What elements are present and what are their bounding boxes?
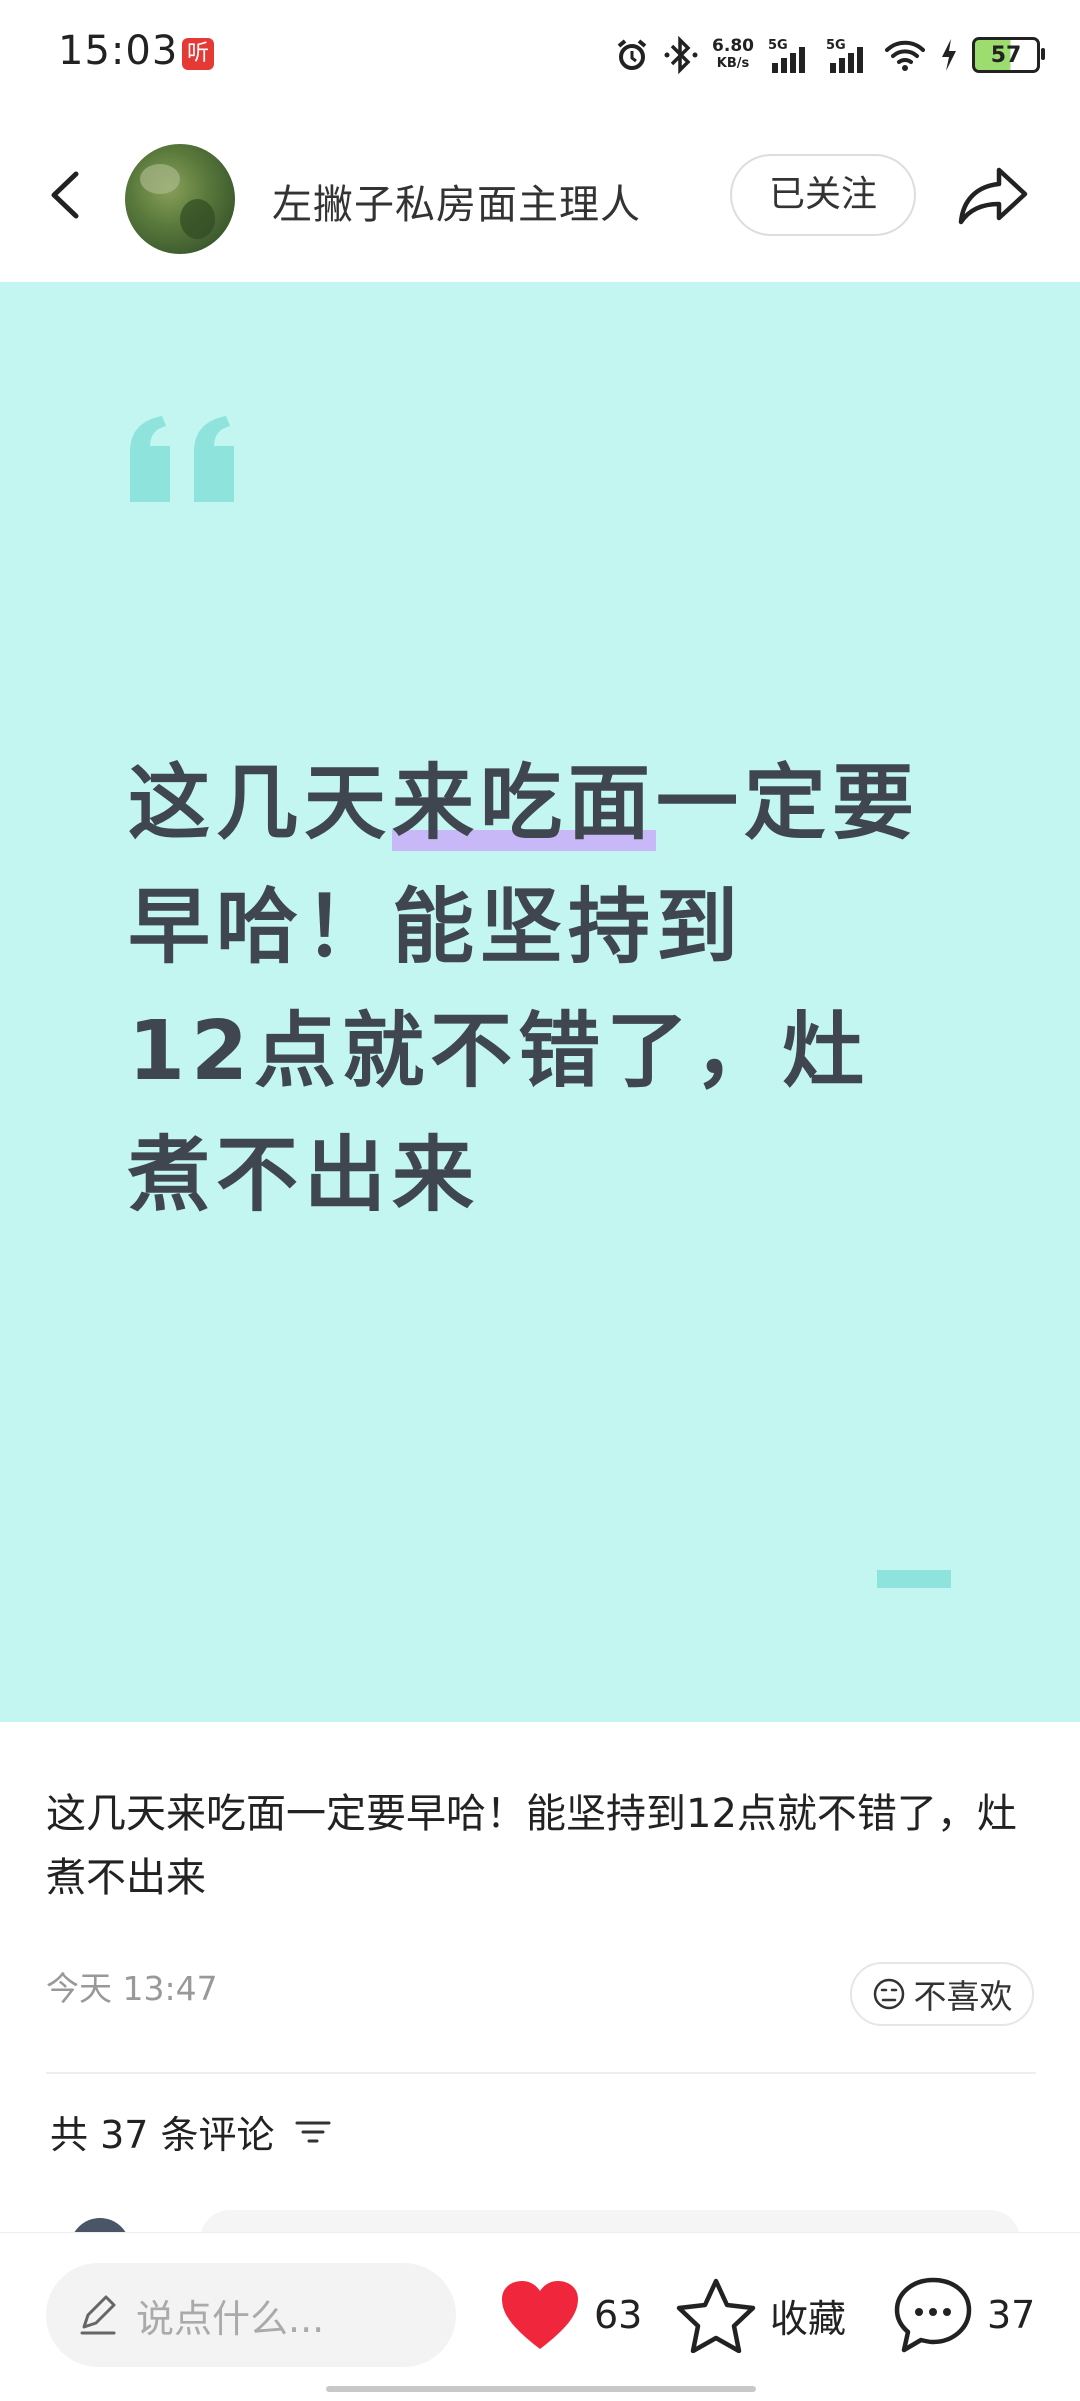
post-time: 今天 13:47 <box>46 1969 218 2008</box>
share-button[interactable] <box>955 160 1031 230</box>
card-decoration-dash <box>877 1570 951 1588</box>
card-quote-text: 这几天来吃面一定要 早哈！能坚持到 12点就不错了，灶 煮不出来 <box>128 756 921 1223</box>
divider <box>46 2072 1036 2074</box>
star-icon <box>676 2278 756 2353</box>
bluetooth-icon <box>664 36 698 74</box>
dislike-button[interactable]: 不喜欢 <box>850 1962 1034 2026</box>
meh-face-icon <box>873 1978 904 2010</box>
back-button[interactable] <box>38 160 98 230</box>
heart-icon <box>502 2281 578 2349</box>
quote-mark-icon <box>130 416 234 502</box>
like-button[interactable]: 63 <box>500 2273 642 2357</box>
comment-input-placeholder: 说点什么... <box>136 2296 325 2341</box>
post-header: 左撇子私房面主理人 已关注 <box>0 130 1080 260</box>
wifi-icon <box>885 40 925 71</box>
status-time: 15:03 <box>58 28 179 74</box>
collect-button[interactable]: 收藏 <box>676 2273 846 2357</box>
comment-bubble-icon <box>894 2277 972 2353</box>
like-count: 63 <box>594 2293 643 2337</box>
home-indicator[interactable] <box>326 2386 756 2392</box>
comment-button[interactable]: 37 <box>893 2273 1035 2357</box>
status-icons: 6.80 KB/s 5G 5G 57 <box>614 30 1045 80</box>
comment-input[interactable]: 说点什么... <box>46 2263 456 2367</box>
highlighted-text: 来吃面 <box>392 756 657 851</box>
alarm-icon <box>617 39 647 70</box>
collect-label: 收藏 <box>770 2296 847 2341</box>
author-avatar[interactable] <box>125 144 235 254</box>
signal-icon: 5G <box>826 38 863 73</box>
comment-count: 37 <box>987 2293 1036 2337</box>
signal-icon: 5G <box>768 38 805 73</box>
post-image-card[interactable]: 这几天来吃面一定要 早哈！能坚持到 12点就不错了，灶 煮不出来 <box>0 282 1080 1722</box>
charging-icon <box>942 39 956 71</box>
svg-text:5G: 5G <box>826 38 846 53</box>
app-badge-icon: 听 <box>182 38 214 70</box>
post-text: 这几天来吃面一定要早哈！能坚持到12点就不错了，灶煮不出来 <box>46 1791 1017 1901</box>
pen-icon <box>80 2295 116 2335</box>
follow-button[interactable]: 已关注 <box>730 154 916 236</box>
comment-count-header: 共 37 条评论 <box>50 2104 331 2159</box>
back-arrow-icon <box>51 171 79 219</box>
comment-count-label: 共 37 条评论 <box>50 2113 275 2157</box>
author-name[interactable]: 左撇子私房面主理人 <box>272 172 641 230</box>
dislike-label: 不喜欢 <box>913 1977 1013 2016</box>
share-icon <box>958 167 1028 225</box>
sort-icon[interactable] <box>295 2117 331 2147</box>
svg-text:5G: 5G <box>768 38 788 53</box>
bottom-action-bar: 说点什么... 63 收藏 37 <box>0 2232 1080 2401</box>
battery-icon: 57 <box>972 37 1045 73</box>
status-bar: 15:03 听 6.80 KB/s 5G 5G 57 <box>0 0 1080 110</box>
net-speed: 6.80 KB/s <box>712 36 754 71</box>
